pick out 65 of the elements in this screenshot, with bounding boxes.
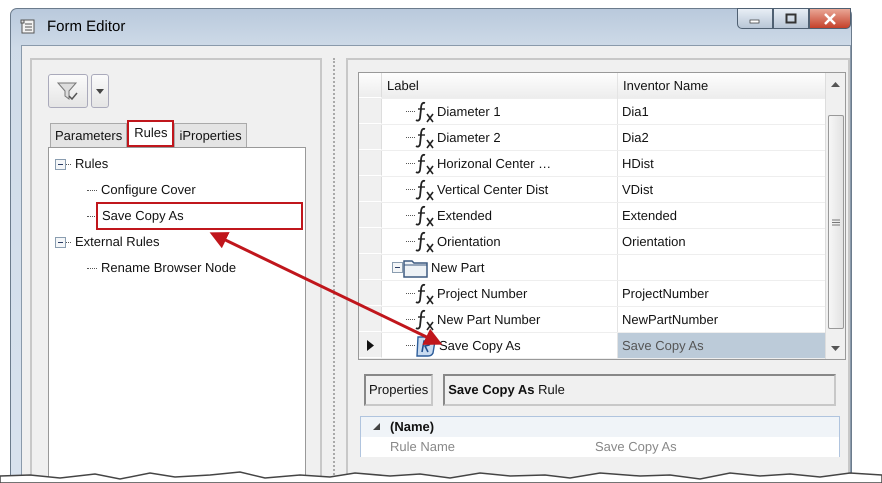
row-label: Vertical Center Dist bbox=[436, 180, 548, 199]
table-cell[interactable]: Extended bbox=[618, 203, 825, 228]
maximize-icon bbox=[785, 13, 797, 24]
tree-item[interactable]: Save Copy As bbox=[97, 203, 302, 229]
column-header[interactable]: Inventor Name bbox=[618, 73, 825, 99]
filter-button[interactable] bbox=[48, 74, 88, 108]
property-name: Rule Name bbox=[390, 438, 456, 456]
category-label: (Name) bbox=[390, 418, 434, 436]
table-cell[interactable]: Save Copy As bbox=[618, 333, 825, 358]
properties-title: Save Copy As Rule bbox=[443, 374, 836, 406]
collapse-icon[interactable] bbox=[55, 236, 66, 248]
table-cell[interactable]: VDist bbox=[618, 177, 825, 202]
current-row-icon bbox=[366, 340, 374, 350]
function-icon bbox=[415, 230, 435, 252]
grip-icon bbox=[832, 218, 840, 226]
maximize-button[interactable] bbox=[773, 8, 809, 29]
row-label: Horizonal Center … bbox=[436, 154, 552, 173]
dropdown-button[interactable] bbox=[91, 74, 109, 108]
collapse-icon[interactable] bbox=[55, 158, 66, 170]
function-icon bbox=[415, 178, 435, 200]
row-label: Extended bbox=[436, 206, 492, 225]
caret-icon bbox=[96, 88, 104, 94]
tree-item[interactable]: Configure Cover bbox=[97, 178, 200, 202]
property-value[interactable]: Save Copy As bbox=[595, 436, 800, 456]
collapse-icon[interactable] bbox=[373, 423, 380, 430]
row-label: New Part Number bbox=[436, 310, 540, 329]
function-icon bbox=[415, 204, 435, 226]
function-icon bbox=[415, 126, 435, 148]
row-header[interactable] bbox=[359, 333, 382, 358]
tab[interactable]: Rules bbox=[127, 120, 174, 147]
collapse-icon[interactable] bbox=[392, 262, 403, 273]
function-icon bbox=[415, 152, 435, 174]
row-label: Diameter 2 bbox=[436, 128, 501, 147]
row-label: New Part bbox=[430, 258, 484, 277]
row-label: Diameter 1 bbox=[436, 102, 501, 121]
folder-icon bbox=[403, 258, 429, 278]
row-label: Save Copy As bbox=[438, 336, 521, 355]
properties-label: Properties bbox=[364, 374, 434, 406]
table-cell[interactable]: ProjectNumber bbox=[618, 281, 825, 306]
table-cell[interactable]: NewPartNumber bbox=[618, 307, 825, 332]
filter-icon bbox=[57, 81, 79, 101]
column-header[interactable]: Label bbox=[382, 73, 618, 99]
table-cell[interactable]: HDist bbox=[618, 151, 825, 176]
scroll-up-icon[interactable] bbox=[831, 82, 840, 86]
table-cell[interactable]: Orientation bbox=[618, 229, 825, 254]
row-label: Orientation bbox=[436, 232, 501, 251]
scroll-thumb[interactable] bbox=[828, 115, 844, 329]
row-header bbox=[359, 73, 382, 98]
tree-item[interactable]: Rename Browser Node bbox=[97, 256, 240, 280]
tree-item[interactable]: External Rules bbox=[71, 230, 164, 254]
scrollbar[interactable] bbox=[825, 73, 845, 359]
function-icon bbox=[415, 282, 435, 304]
close-icon bbox=[823, 12, 837, 24]
minimize-button[interactable] bbox=[737, 8, 773, 29]
scroll-down-icon[interactable] bbox=[831, 346, 840, 350]
close-button[interactable] bbox=[809, 8, 851, 29]
tree-item[interactable]: Rules bbox=[71, 152, 112, 176]
tab[interactable]: iProperties bbox=[174, 123, 247, 147]
window-title: Form Editor bbox=[47, 16, 126, 37]
table-cell[interactable]: Dia1 bbox=[618, 99, 825, 124]
row-label: Project Number bbox=[436, 284, 528, 303]
function-icon bbox=[415, 308, 435, 330]
table-cell[interactable]: Dia2 bbox=[618, 125, 825, 150]
function-icon bbox=[415, 100, 435, 122]
tab[interactable]: Parameters bbox=[50, 123, 128, 147]
